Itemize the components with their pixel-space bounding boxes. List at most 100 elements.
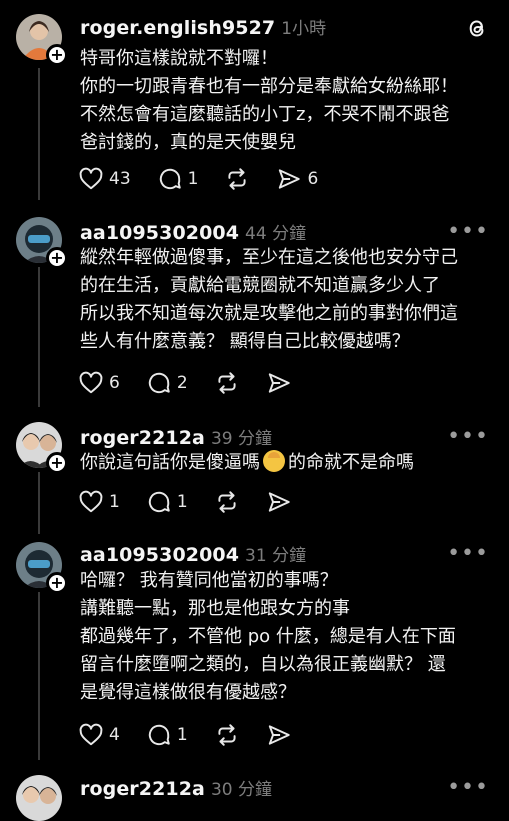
reply-count: 1 <box>176 492 188 512</box>
text-line: 講難聽一點，那也是他跟女方的事 <box>80 598 350 619</box>
action-bar: 43 1 6 <box>78 166 344 192</box>
reply-button[interactable]: 2 <box>146 370 188 396</box>
avatar-wrap[interactable]: + <box>16 14 68 66</box>
text-line: 哈囉？ 我有贊同他當初的事嗎？ <box>80 570 338 591</box>
like-button[interactable]: 43 <box>78 166 131 192</box>
repost-button[interactable] <box>214 489 240 515</box>
timestamp: 44 分鐘 <box>245 224 307 244</box>
repost-icon <box>214 370 240 396</box>
baby-emoji-icon <box>263 450 285 472</box>
like-button[interactable]: 1 <box>78 489 120 515</box>
more-options-icon[interactable]: ••• <box>447 777 489 799</box>
avatar[interactable] <box>16 775 62 821</box>
follow-plus-icon[interactable]: + <box>46 452 68 474</box>
text-line: 特哥你這樣說就不對囉！ <box>80 48 278 69</box>
text-line: 爸討錢的，真的是天使嬰兒 <box>80 132 296 153</box>
share-count: 6 <box>307 169 319 189</box>
post-text: 特哥你這樣說就不對囉！ 你的一切跟青春也有一部分是奉獻給女紛絲耶！ 不然怎會有這… <box>80 45 500 157</box>
username[interactable]: roger.english9527 <box>80 17 275 39</box>
repost-icon <box>214 722 240 748</box>
reply-button[interactable]: 1 <box>157 166 199 192</box>
repost-icon <box>214 489 240 515</box>
text-line: 你說這句話你是傻逼嗎 的命就不是命嗎 <box>80 449 500 477</box>
text-line: 縱然年輕做過傻事，至少在這之後他也安分守己 <box>80 247 458 268</box>
more-options-icon[interactable]: ••• <box>447 426 489 448</box>
thread-line <box>38 592 40 760</box>
reply-button[interactable]: 1 <box>146 722 188 748</box>
reply-count: 1 <box>176 725 188 745</box>
action-bar: 6 2 <box>78 370 318 396</box>
heart-icon <box>78 722 104 748</box>
username[interactable]: roger2212a <box>80 778 205 800</box>
follow-plus-icon[interactable]: + <box>46 247 68 269</box>
text-line: 是覺得這樣做很有優越感？ <box>80 682 296 703</box>
follow-plus-icon[interactable]: + <box>46 572 68 594</box>
username[interactable]: roger2212a <box>80 427 205 449</box>
timestamp: 30 分鐘 <box>210 780 273 800</box>
send-icon <box>276 166 302 192</box>
heart-icon <box>78 370 104 396</box>
follow-plus-icon[interactable]: + <box>46 44 68 66</box>
comment-icon <box>146 722 172 748</box>
avatar-wrap[interactable]: + <box>16 217 68 269</box>
repost-button[interactable] <box>224 166 250 192</box>
text-line: 留言什麼墮啊之類的，自以為很正義幽默？ 還 <box>80 654 446 675</box>
send-icon <box>266 370 292 396</box>
like-button[interactable]: 6 <box>78 370 120 396</box>
reply-count: 2 <box>176 373 188 393</box>
share-button[interactable] <box>266 489 292 515</box>
share-button[interactable]: 6 <box>276 166 318 192</box>
text-line: 所以我不知道每次就是攻擊他之前的事對你們這 <box>80 303 458 324</box>
post-header: roger2212a 30 分鐘 <box>80 775 272 800</box>
post-header: aa1095302004 44 分鐘 <box>80 219 306 244</box>
thread-line <box>38 472 40 534</box>
timestamp: 39 分鐘 <box>210 429 273 449</box>
repost-icon <box>224 166 250 192</box>
action-bar: 4 1 <box>78 722 318 748</box>
avatar-wrap[interactable]: + <box>16 422 68 474</box>
heart-icon <box>78 489 104 515</box>
avatar-wrap[interactable]: + <box>16 542 68 594</box>
timestamp: 1小時 <box>281 19 327 39</box>
threads-logo-icon[interactable] <box>465 16 489 40</box>
text-line: 些人有什麼意義？ 顯得自己比較優越嗎？ <box>80 331 410 352</box>
text-line: 的在生活，貢獻給電競圈就不知道贏多少人了 <box>80 275 440 296</box>
repost-button[interactable] <box>214 370 240 396</box>
username[interactable]: aa1095302004 <box>80 544 239 566</box>
like-count: 43 <box>109 169 131 189</box>
share-button[interactable] <box>266 722 292 748</box>
heart-icon <box>78 166 104 192</box>
like-count: 4 <box>109 725 120 745</box>
action-bar: 1 1 <box>78 489 318 515</box>
post-text: 哈囉？ 我有贊同他當初的事嗎？ 講難聽一點，那也是他跟女方的事 都過幾年了，不管… <box>80 567 500 707</box>
share-button[interactable] <box>266 370 292 396</box>
post-header: aa1095302004 31 分鐘 <box>80 541 306 566</box>
text-line: 你的一切跟青春也有一部分是奉獻給女紛絲耶！ <box>80 76 458 97</box>
like-count: 6 <box>109 373 120 393</box>
timestamp: 31 分鐘 <box>245 546 307 566</box>
username[interactable]: aa1095302004 <box>80 222 239 244</box>
post-text: 你說這句話你是傻逼嗎 的命就不是命嗎 <box>80 449 500 477</box>
post-text: 縱然年輕做過傻事，至少在這之後他也安分守己 的在生活，貢獻給電競圈就不知道贏多少… <box>80 244 500 356</box>
more-options-icon[interactable]: ••• <box>447 221 489 243</box>
more-options-icon[interactable]: ••• <box>447 543 489 565</box>
text-segment: 你說這句話你是傻逼嗎 <box>80 452 260 473</box>
thread-line <box>38 68 40 200</box>
reply-button[interactable]: 1 <box>146 489 188 515</box>
comment-icon <box>146 489 172 515</box>
repost-button[interactable] <box>214 722 240 748</box>
like-button[interactable]: 4 <box>78 722 120 748</box>
post-header: roger.english9527 1小時 <box>80 14 326 39</box>
reply-count: 1 <box>187 169 199 189</box>
text-segment: 的命就不是命嗎 <box>288 452 414 473</box>
comment-icon <box>146 370 172 396</box>
send-icon <box>266 722 292 748</box>
avatar-wrap[interactable] <box>16 775 62 821</box>
post-header: roger2212a 39 分鐘 <box>80 424 272 449</box>
comment-icon <box>157 166 183 192</box>
text-line: 不然怎會有這麼聽話的小丁z，不哭不鬧不跟爸 <box>80 104 450 125</box>
text-line: 都過幾年了，不管他 po 什麼，總是有人在下面 <box>80 626 456 647</box>
send-icon <box>266 489 292 515</box>
thread-line <box>38 267 40 407</box>
like-count: 1 <box>109 492 120 512</box>
